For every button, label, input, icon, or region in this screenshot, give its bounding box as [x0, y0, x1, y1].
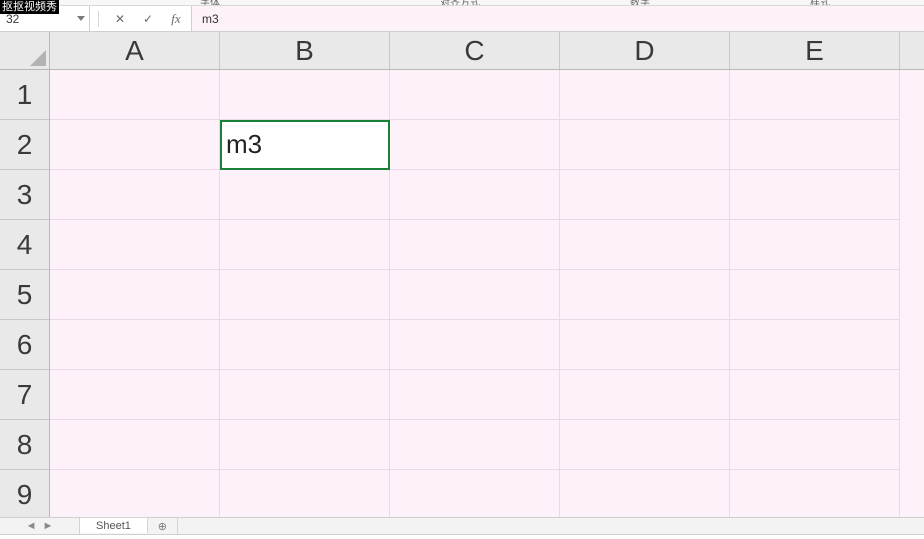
spreadsheet-app: 抠抠视频秀 字体 对齐方式 数字 样式 32 ✕ ✓ fx m3 A B C D… [0, 0, 924, 539]
cell-C4[interactable] [390, 220, 560, 270]
cell-A1[interactable] [50, 70, 220, 120]
table-row: m3 [50, 120, 924, 170]
cell-B4[interactable] [220, 220, 390, 270]
row-headers: 1 2 3 4 5 6 7 8 9 10 [0, 70, 50, 517]
cells-area[interactable]: m3 [50, 70, 924, 517]
cell-D6[interactable] [560, 320, 730, 370]
cell-C1[interactable] [390, 70, 560, 120]
status-sliver [0, 535, 924, 539]
add-sheet-button[interactable]: ⊕ [148, 518, 178, 534]
cell-A6[interactable] [50, 320, 220, 370]
col-header-D[interactable]: D [560, 32, 730, 69]
col-header-B[interactable]: B [220, 32, 390, 69]
separator [98, 11, 99, 27]
cell-A7[interactable] [50, 370, 220, 420]
row-header-8[interactable]: 8 [0, 420, 49, 470]
sheet-tab-strip: ◄ ► Sheet1 ⊕ [0, 517, 924, 535]
select-all-corner[interactable] [0, 32, 50, 70]
cell-C8[interactable] [390, 420, 560, 470]
cell-A8[interactable] [50, 420, 220, 470]
row-header-5[interactable]: 5 [0, 270, 49, 320]
row-header-6[interactable]: 6 [0, 320, 49, 370]
cell-B9[interactable] [220, 470, 390, 517]
row-header-9[interactable]: 9 [0, 470, 49, 517]
cell-B5[interactable] [220, 270, 390, 320]
cell-D9[interactable] [560, 470, 730, 517]
cell-D8[interactable] [560, 420, 730, 470]
cell-C7[interactable] [390, 370, 560, 420]
row-header-3[interactable]: 3 [0, 170, 49, 220]
cell-E2[interactable] [730, 120, 900, 170]
cell-B1[interactable] [220, 70, 390, 120]
grid[interactable]: A B C D E 1 2 3 4 5 6 7 8 9 10 [0, 32, 924, 517]
overlay-watermark: 抠抠视频秀 [0, 0, 59, 14]
formula-bar: 32 ✕ ✓ fx m3 [0, 6, 924, 32]
cancel-icon[interactable]: ✕ [113, 12, 127, 26]
row-header-2[interactable]: 2 [0, 120, 49, 170]
sheet-tab[interactable]: Sheet1 [80, 517, 148, 533]
cell-D5[interactable] [560, 270, 730, 320]
formula-bar-buttons: ✕ ✓ fx [90, 6, 192, 31]
cell-E1[interactable] [730, 70, 900, 120]
table-row [50, 270, 924, 320]
column-headers: A B C D E [50, 32, 924, 70]
nav-right-icon[interactable]: ► [43, 520, 54, 532]
table-row [50, 470, 924, 517]
cell-D2[interactable] [560, 120, 730, 170]
cell-A9[interactable] [50, 470, 220, 517]
chevron-down-icon[interactable] [77, 16, 85, 21]
table-row [50, 170, 924, 220]
table-row [50, 320, 924, 370]
row-header-1[interactable]: 1 [0, 70, 49, 120]
cell-C3[interactable] [390, 170, 560, 220]
tab-nav[interactable]: ◄ ► [0, 518, 80, 534]
nav-left-icon[interactable]: ◄ [26, 520, 37, 532]
cell-C9[interactable] [390, 470, 560, 517]
cell-B3[interactable] [220, 170, 390, 220]
cell-C6[interactable] [390, 320, 560, 370]
row-header-7[interactable]: 7 [0, 370, 49, 420]
cell-B2[interactable]: m3 [220, 120, 390, 170]
formula-input-value: m3 [202, 12, 219, 26]
cell-E8[interactable] [730, 420, 900, 470]
cell-B7[interactable] [220, 370, 390, 420]
cell-B6[interactable] [220, 320, 390, 370]
cell-E7[interactable] [730, 370, 900, 420]
cell-A5[interactable] [50, 270, 220, 320]
col-header-C[interactable]: C [390, 32, 560, 69]
confirm-icon[interactable]: ✓ [141, 12, 155, 26]
col-header-E[interactable]: E [730, 32, 900, 69]
cell-E5[interactable] [730, 270, 900, 320]
cell-E3[interactable] [730, 170, 900, 220]
cell-D3[interactable] [560, 170, 730, 220]
fx-icon[interactable]: fx [169, 12, 183, 26]
cell-E4[interactable] [730, 220, 900, 270]
table-row [50, 220, 924, 270]
formula-input[interactable]: m3 [192, 6, 924, 31]
cell-A2[interactable] [50, 120, 220, 170]
table-row [50, 70, 924, 120]
col-header-A[interactable]: A [50, 32, 220, 69]
cell-A4[interactable] [50, 220, 220, 270]
cell-D1[interactable] [560, 70, 730, 120]
cell-D4[interactable] [560, 220, 730, 270]
cell-A3[interactable] [50, 170, 220, 220]
cell-D7[interactable] [560, 370, 730, 420]
table-row [50, 370, 924, 420]
table-row [50, 420, 924, 470]
cell-C2[interactable] [390, 120, 560, 170]
cell-C5[interactable] [390, 270, 560, 320]
row-header-4[interactable]: 4 [0, 220, 49, 270]
cell-E9[interactable] [730, 470, 900, 517]
cell-E6[interactable] [730, 320, 900, 370]
cell-B8[interactable] [220, 420, 390, 470]
